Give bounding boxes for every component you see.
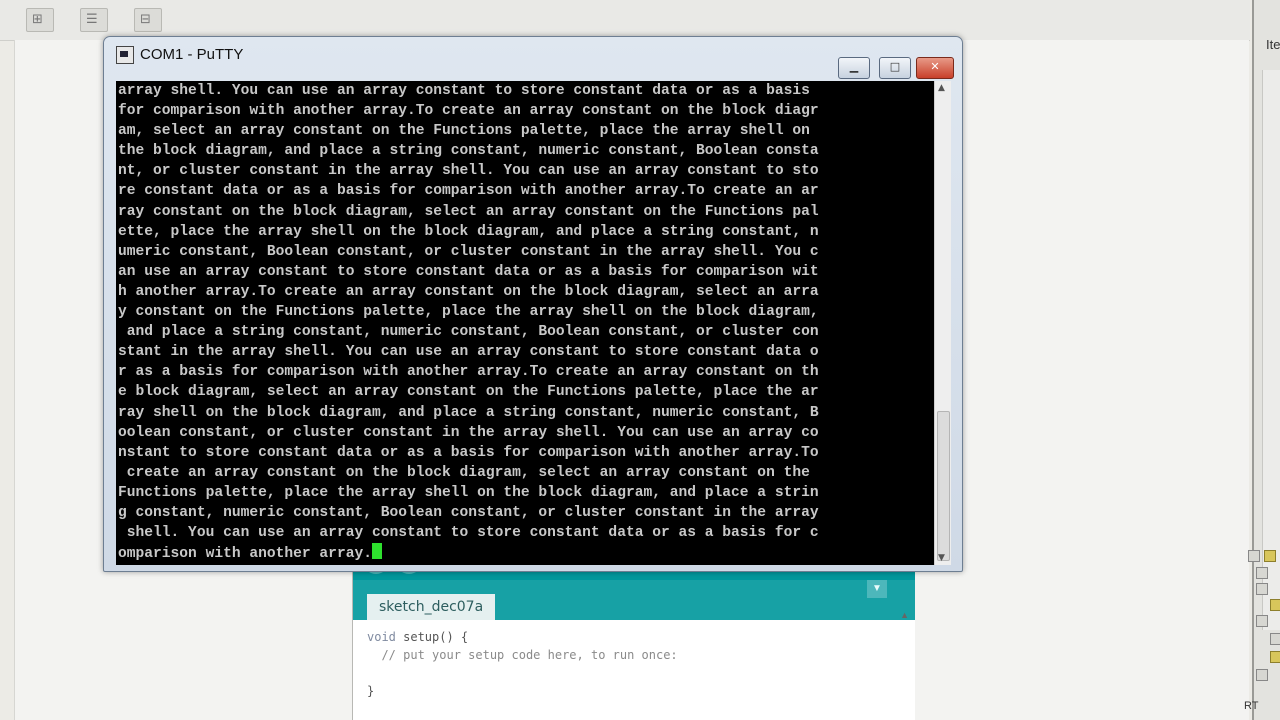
scrollbar-thumb[interactable] — [937, 411, 950, 561]
terminal-line: Functions palette, place the array shell… — [118, 484, 819, 501]
code-editor[interactable]: void setup() { // put your setup code he… — [367, 628, 907, 700]
terminal-line: stant in the array shell. You can use an… — [118, 344, 819, 361]
terminal-line: nstant to store constant data or as a ba… — [118, 444, 819, 461]
terminal-line: oolean constant, or cluster constant in … — [118, 424, 819, 441]
terminal-line: umeric constant, Boolean constant, or cl… — [118, 243, 819, 260]
folder-icon[interactable] — [1270, 651, 1280, 663]
maximize-button[interactable]: □ — [879, 57, 911, 79]
code-comment: // put your setup code here, to run once… — [367, 648, 678, 662]
terminal-line: for comparison with another array.To cre… — [118, 103, 819, 120]
terminal-line: shell. You can use an array constant to … — [118, 525, 819, 542]
tree-node-icon[interactable] — [1256, 583, 1268, 595]
terminal-line: an use an array constant to store consta… — [118, 263, 819, 280]
arduino-tab-bar: sketch_dec07a ▼ — [353, 580, 915, 620]
terminal-line: r as a basis for comparison with another… — [118, 364, 819, 381]
terminal-cursor — [371, 543, 382, 560]
close-button[interactable]: ✕ — [916, 57, 954, 79]
terminal-line: e block diagram, select an array constan… — [118, 384, 819, 401]
scroll-up-icon[interactable]: ▲ — [938, 83, 945, 93]
folder-icon[interactable] — [1270, 599, 1280, 611]
terminal-line: g constant, numeric constant, Boolean co… — [118, 504, 819, 521]
tree-node-icon[interactable] — [1256, 567, 1268, 579]
terminal-line: and place a string constant, numeric con… — [118, 324, 819, 341]
folder-icon[interactable] — [1264, 550, 1276, 562]
background-toolbar: ⊞ ☰ ⊟ — [0, 0, 1250, 41]
terminal-scrollbar[interactable]: ▲ ▼ — [934, 81, 951, 565]
window-title: COM1 - PuTTY — [140, 46, 244, 63]
terminal-line: create an array constant on the block di… — [118, 464, 810, 481]
rt-target-label: RT — [1244, 700, 1259, 712]
code-line: } — [367, 684, 375, 698]
terminal-line: ray constant on the block diagram, selec… — [118, 203, 819, 220]
tool-palette-icon[interactable]: ⊞ — [26, 8, 54, 32]
scroll-down-icon[interactable]: ▼ — [938, 553, 945, 563]
tab-menu-icon[interactable]: ▼ — [867, 580, 887, 598]
putty-window: COM1 - PuTTY ▁ □ ✕ array shell. You can … — [103, 36, 963, 572]
code-line: setup() { — [395, 630, 469, 644]
align-icon[interactable]: ☰ — [80, 8, 108, 32]
editor-scroll-up-icon[interactable]: ▲ — [900, 610, 909, 620]
terminal-line: nt, or cluster constant in the array she… — [118, 163, 819, 180]
distribute-icon[interactable]: ⊟ — [134, 8, 162, 32]
terminal-line: y constant on the Functions palette, pla… — [118, 304, 819, 321]
putty-titlebar[interactable]: COM1 - PuTTY ▁ □ ✕ — [104, 37, 962, 79]
vi-file-icon[interactable] — [1270, 633, 1280, 645]
terminal-line: ray shell on the block diagram, and plac… — [118, 404, 819, 421]
tree-node-icon[interactable] — [1256, 615, 1268, 627]
terminal-line: omparison with another array. — [118, 546, 372, 563]
minimize-button[interactable]: ▁ — [838, 57, 870, 79]
terminal-line: h another array.To create an array const… — [118, 283, 819, 300]
code-keyword: void — [367, 630, 396, 644]
putty-app-icon[interactable] — [116, 46, 134, 64]
terminal-screen[interactable]: array shell. You can use an array consta… — [116, 81, 934, 565]
terminal-line: the block diagram, and place a string co… — [118, 143, 819, 160]
terminal-line: array shell. You can use an array consta… — [118, 83, 810, 99]
terminal-line: am, select an array constant on the Func… — [118, 123, 810, 140]
project-tree — [1240, 545, 1280, 720]
project-panel-label: Ite — [1266, 37, 1280, 52]
terminal-output: array shell. You can use an array consta… — [116, 81, 934, 564]
tab-sketch[interactable]: sketch_dec07a — [367, 594, 496, 620]
terminal-line: ette, place the array shell on the block… — [118, 223, 819, 240]
tree-node-icon[interactable] — [1248, 550, 1260, 562]
terminal-line: re constant data or as a basis for compa… — [118, 183, 819, 200]
tree-node-icon[interactable] — [1256, 669, 1268, 681]
